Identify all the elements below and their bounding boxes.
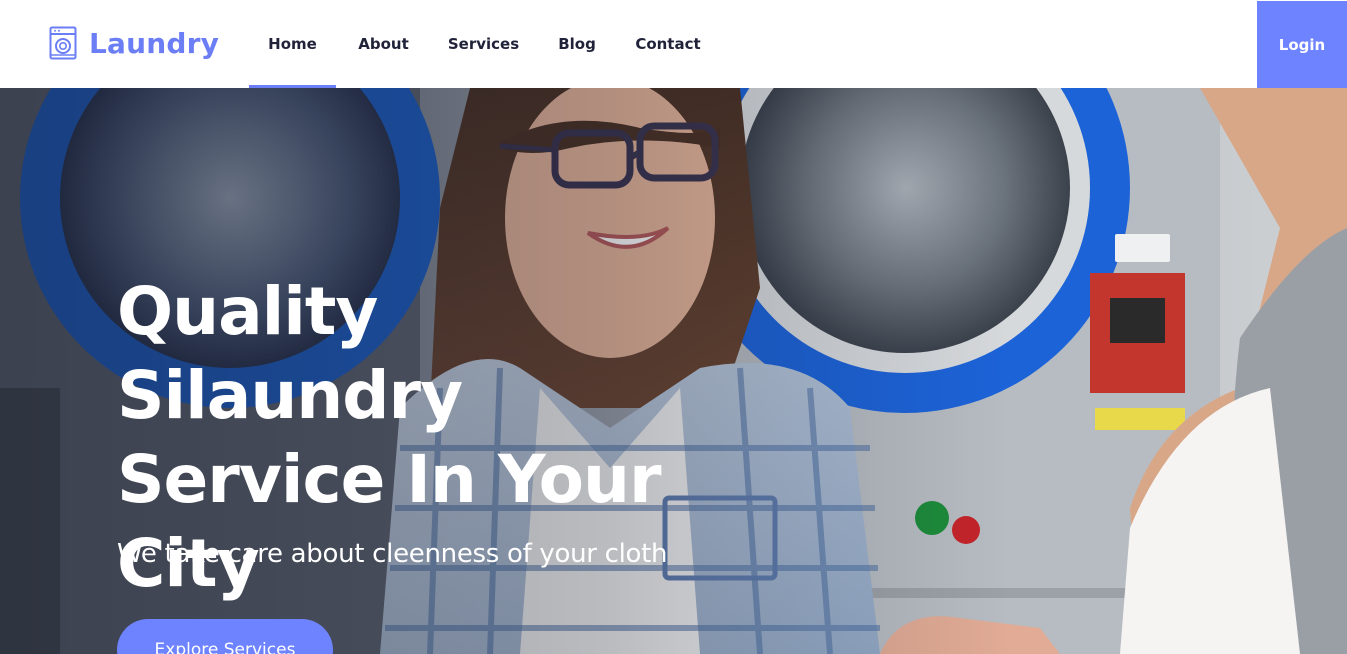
nav-about[interactable]: About <box>336 0 431 88</box>
login-button[interactable]: Login <box>1257 1 1347 88</box>
nav-home[interactable]: Home <box>249 0 336 88</box>
brand-name: Laundry <box>89 26 220 60</box>
main-nav: Home About Services Blog Contact <box>249 0 718 88</box>
hero-subtitle: We take care about cleenness of your clo… <box>117 539 668 569</box>
hero-section: Quality Silaundry Service In Your City W… <box>0 88 1347 654</box>
nav-blog[interactable]: Blog <box>536 0 618 88</box>
brand-logo[interactable]: Laundry <box>49 25 219 61</box>
explore-services-button[interactable]: Explore Services <box>117 619 333 654</box>
washing-machine-icon <box>49 26 77 60</box>
nav-contact[interactable]: Contact <box>618 0 718 88</box>
site-header: Laundry Home About Services Blog Contact… <box>0 0 1347 88</box>
nav-services[interactable]: Services <box>431 0 536 88</box>
